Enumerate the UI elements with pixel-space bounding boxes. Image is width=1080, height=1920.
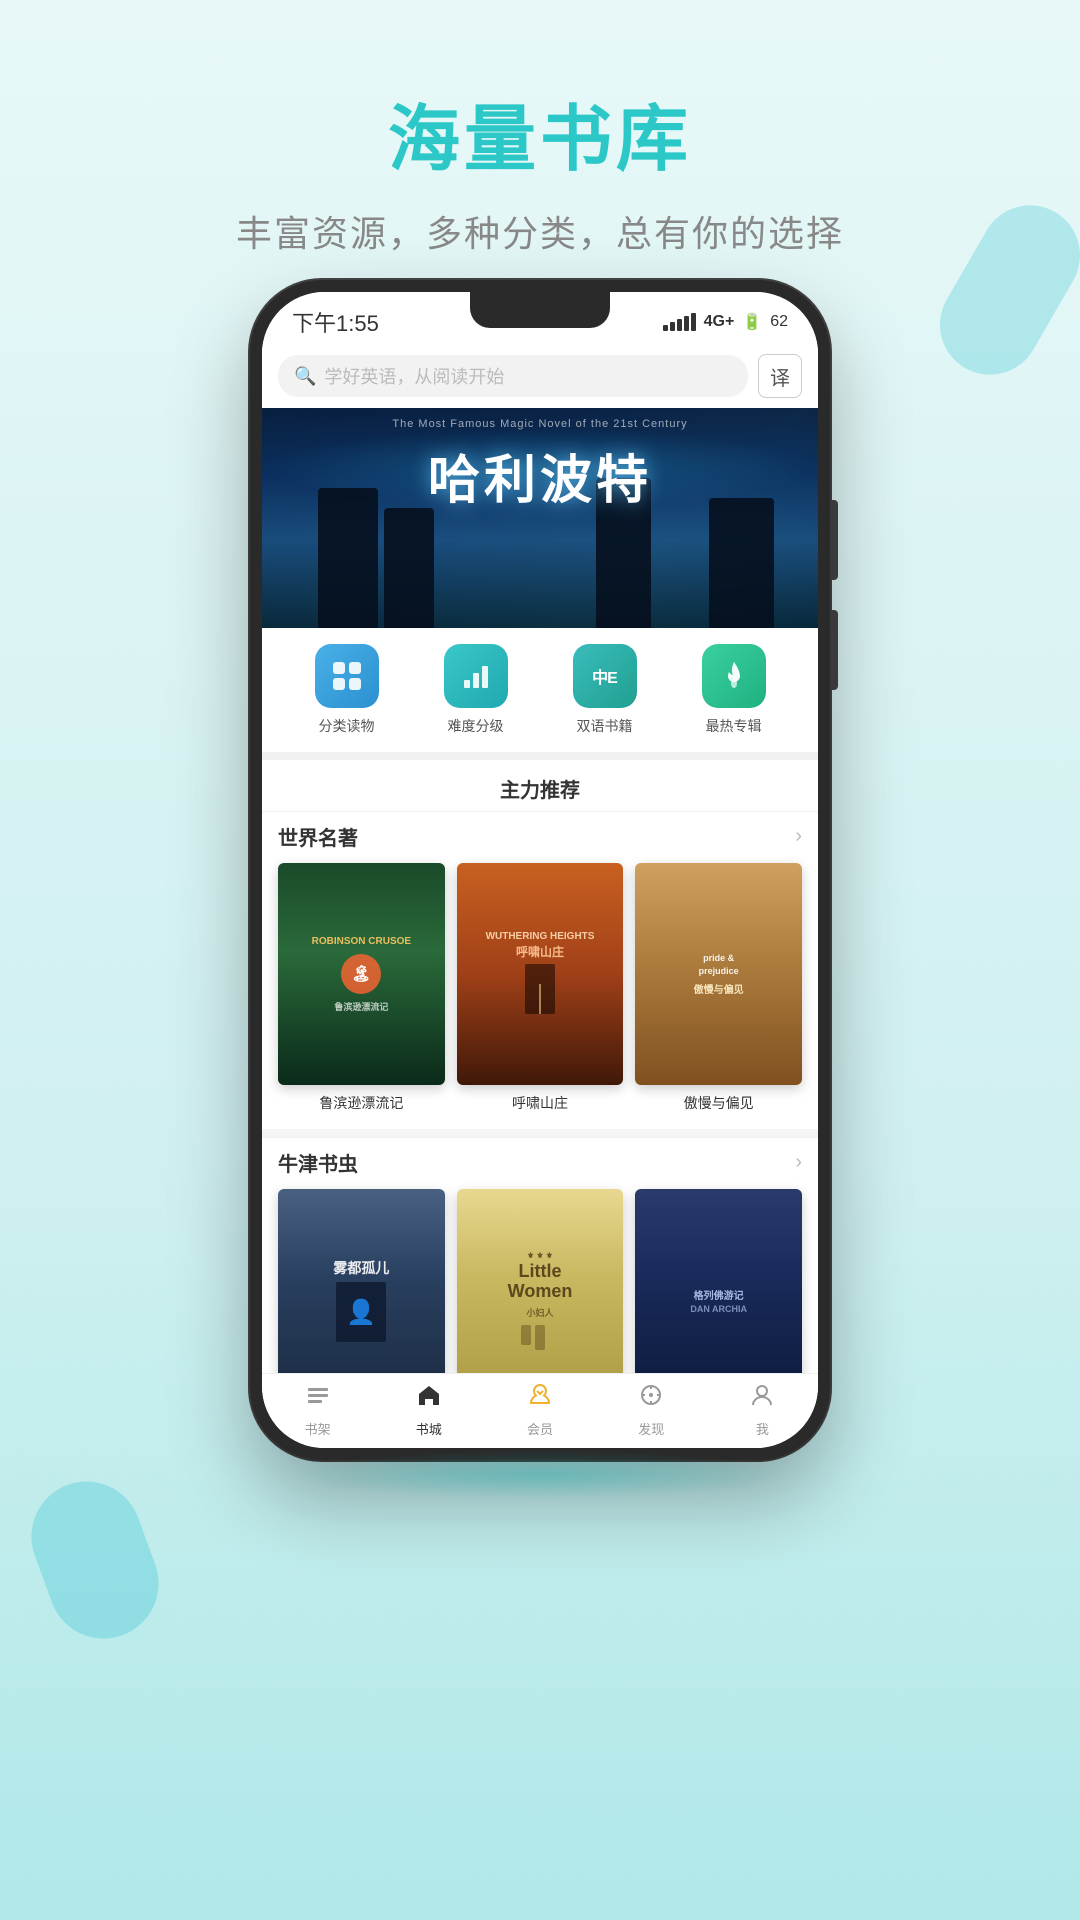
book-cover-wuthering: WUTHERING HEIGHTS 呼啸山庄 bbox=[457, 863, 624, 1085]
oxford-section: 牛津书虫 › 雾都孤儿 bbox=[262, 1137, 818, 1373]
nav-shelf-label: 书架 bbox=[305, 1419, 331, 1438]
book-cover-img-little-women: ⚜ ⚜ ⚜ LittleWomen 小妇人 bbox=[457, 1189, 624, 1373]
main-section-title: 主力推荐 bbox=[500, 780, 580, 802]
battery-level: 62 bbox=[770, 313, 788, 331]
categories-row: 分类读物 难度分级 bbox=[262, 628, 818, 752]
nav-shelf[interactable]: 书架 bbox=[262, 1382, 373, 1438]
phone-notch bbox=[470, 292, 610, 328]
difficulty-label: 难度分级 bbox=[448, 716, 504, 736]
nav-discover-icon bbox=[638, 1382, 664, 1415]
status-icons: 4G+ 🔋 62 bbox=[663, 312, 788, 332]
search-bar-container: 🔍 学好英语，从阅读开始 译 bbox=[262, 344, 818, 408]
world-classics-title: 世界名著 bbox=[278, 822, 358, 851]
bg-decoration-bottom-left bbox=[16, 1466, 174, 1654]
bilingual-label: 双语书籍 bbox=[577, 716, 633, 736]
classified-icon bbox=[315, 644, 379, 708]
nav-store[interactable]: 书城 bbox=[373, 1382, 484, 1438]
nav-store-icon bbox=[416, 1382, 442, 1415]
phone-reflection bbox=[290, 1450, 790, 1500]
figure-4 bbox=[709, 498, 774, 628]
main-section-header: 主力推荐 bbox=[262, 752, 818, 811]
world-classics-header: 世界名著 › bbox=[278, 822, 802, 851]
world-classics-arrow[interactable]: › bbox=[795, 825, 802, 848]
book-title-pride: 傲慢与偏见 bbox=[684, 1093, 754, 1113]
nav-shelf-icon bbox=[305, 1382, 331, 1415]
book-gulliver[interactable]: 格列佛游记 DAN ARCHIA 格列佛游记 bbox=[635, 1189, 802, 1373]
book-wuthering[interactable]: WUTHERING HEIGHTS 呼啸山庄 呼啸山庄 bbox=[457, 863, 624, 1113]
search-bar[interactable]: 🔍 学好英语，从阅读开始 bbox=[278, 355, 748, 397]
oxford-arrow[interactable]: › bbox=[795, 1151, 802, 1174]
book-cover-img-gulliver: 格列佛游记 DAN ARCHIA bbox=[635, 1189, 802, 1373]
oxford-grid: 雾都孤儿 👤 雾都孤儿 bbox=[278, 1189, 802, 1373]
nav-store-label: 书城 bbox=[416, 1419, 442, 1438]
status-time: 下午1:55 bbox=[292, 306, 379, 338]
book-little-women[interactable]: ⚜ ⚜ ⚜ LittleWomen 小妇人 bbox=[457, 1189, 624, 1373]
hot-icon bbox=[702, 644, 766, 708]
network-type: 4G+ bbox=[704, 313, 735, 331]
signal-icon bbox=[663, 313, 696, 331]
phone-inner: 下午1:55 4G+ 🔋 62 bbox=[262, 292, 818, 1448]
nav-member[interactable]: 会员 bbox=[484, 1382, 595, 1438]
book-cover-robinson: ROBINSON CRUSOE 🏝 鲁滨逊漂流记 bbox=[278, 863, 445, 1085]
book-cover-gulliver: 格列佛游记 DAN ARCHIA bbox=[635, 1189, 802, 1373]
bottom-nav: 书架 书城 bbox=[262, 1373, 818, 1448]
banner[interactable]: The Most Famous Magic Novel of the 21st … bbox=[262, 408, 818, 628]
oxford-header: 牛津书虫 › bbox=[278, 1148, 802, 1177]
figure-1 bbox=[318, 488, 378, 628]
book-cover-pride: pride &prejudice 傲慢与偏见 bbox=[635, 863, 802, 1085]
book-fog[interactable]: 雾都孤儿 👤 雾都孤儿 bbox=[278, 1189, 445, 1373]
world-classics-grid: ROBINSON CRUSOE 🏝 鲁滨逊漂流记 鲁滨逊漂流记 bbox=[278, 863, 802, 1113]
nav-discover-label: 发现 bbox=[638, 1419, 664, 1438]
translate-button[interactable]: 译 bbox=[758, 354, 802, 398]
page-title: 海量书库 bbox=[0, 80, 1080, 185]
search-icon: 🔍 bbox=[294, 366, 316, 387]
book-title-wuthering: 呼啸山庄 bbox=[512, 1093, 568, 1113]
book-pride[interactable]: pride &prejudice 傲慢与偏见 傲慢与偏见 bbox=[635, 863, 802, 1113]
book-robinson[interactable]: ROBINSON CRUSOE 🏝 鲁滨逊漂流记 鲁滨逊漂流记 bbox=[278, 863, 445, 1113]
translate-label: 译 bbox=[770, 362, 790, 391]
world-classics-section: 世界名著 › ROBINSON CRUSOE 🏝 bbox=[262, 811, 818, 1129]
search-placeholder: 学好英语，从阅读开始 bbox=[324, 363, 504, 389]
hot-label: 最热专辑 bbox=[706, 716, 762, 736]
main-scroll[interactable]: The Most Famous Magic Novel of the 21st … bbox=[262, 408, 818, 1373]
book-cover-little-women: ⚜ ⚜ ⚜ LittleWomen 小妇人 bbox=[457, 1189, 624, 1373]
nav-me-label: 我 bbox=[756, 1419, 769, 1438]
phone-mockup: 下午1:55 4G+ 🔋 62 bbox=[250, 280, 830, 1460]
figure-2 bbox=[384, 508, 434, 628]
nav-member-label: 会员 bbox=[527, 1419, 553, 1438]
book-cover-img-pride: pride &prejudice 傲慢与偏见 bbox=[635, 863, 802, 1085]
category-hot[interactable]: 最热专辑 bbox=[702, 644, 766, 736]
category-difficulty[interactable]: 难度分级 bbox=[444, 644, 508, 736]
classified-label: 分类读物 bbox=[319, 716, 375, 736]
banner-title: 哈利波特 bbox=[428, 438, 652, 513]
book-cover-img-wuthering: WUTHERING HEIGHTS 呼啸山庄 bbox=[457, 863, 624, 1085]
book-cover-fog: 雾都孤儿 👤 bbox=[278, 1189, 445, 1373]
nav-member-icon bbox=[527, 1382, 553, 1415]
nav-me[interactable]: 我 bbox=[707, 1382, 818, 1438]
book-cover-img-fog: 雾都孤儿 👤 bbox=[278, 1189, 445, 1373]
book-cover-img-robinson: ROBINSON CRUSOE 🏝 鲁滨逊漂流记 bbox=[278, 863, 445, 1085]
bilingual-icon: 中E bbox=[573, 644, 637, 708]
page-header: 海量书库 丰富资源，多种分类，总有你的选择 bbox=[0, 0, 1080, 257]
battery-icon: 🔋 bbox=[742, 312, 762, 332]
nav-me-icon bbox=[749, 1382, 775, 1415]
oxford-title: 牛津书虫 bbox=[278, 1148, 358, 1177]
app-content: 🔍 学好英语，从阅读开始 译 bbox=[262, 344, 818, 1448]
page-subtitle: 丰富资源，多种分类，总有你的选择 bbox=[0, 205, 1080, 257]
phone-outer: 下午1:55 4G+ 🔋 62 bbox=[250, 280, 830, 1460]
category-classified[interactable]: 分类读物 bbox=[315, 644, 379, 736]
difficulty-icon bbox=[444, 644, 508, 708]
category-bilingual[interactable]: 中E 双语书籍 bbox=[573, 644, 637, 736]
nav-discover[interactable]: 发现 bbox=[596, 1382, 707, 1438]
book-title-robinson: 鲁滨逊漂流记 bbox=[319, 1093, 403, 1113]
